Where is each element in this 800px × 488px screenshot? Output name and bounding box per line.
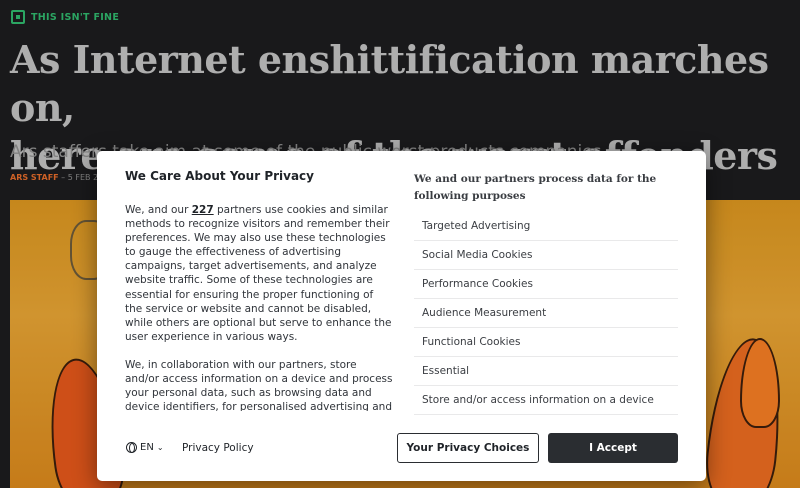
body-paragraph-2: We, in collaboration with our partners, … bbox=[125, 358, 393, 411]
purposes-list: Targeted Advertising Social Media Cookie… bbox=[414, 212, 678, 415]
body-rest: partners use cookies and similar methods… bbox=[125, 204, 392, 343]
purposes-heading: We and our partners process data for the… bbox=[414, 173, 657, 202]
purpose-item[interactable]: Audience Measurement bbox=[414, 299, 678, 328]
purpose-item[interactable]: Essential bbox=[414, 357, 678, 386]
body-paragraph-1: We, and our 227 partners use cookies and… bbox=[125, 203, 393, 344]
privacy-policy-link[interactable]: Privacy Policy bbox=[182, 442, 254, 454]
purpose-item[interactable]: Store and/or access information on a dev… bbox=[414, 386, 678, 415]
privacy-choices-button[interactable]: Your Privacy Choices bbox=[397, 433, 539, 463]
privacy-consent-dialog: We Care About Your Privacy We, and our 2… bbox=[97, 151, 706, 481]
body-intro: We, and our bbox=[125, 204, 192, 216]
purpose-item[interactable]: Performance Cookies bbox=[414, 270, 678, 299]
language-label: EN bbox=[140, 442, 154, 453]
purpose-item[interactable]: Functional Cookies bbox=[414, 328, 678, 357]
dialog-footer: EN ⌄ Privacy Policy Your Privacy Choices… bbox=[97, 433, 706, 467]
partner-count-link[interactable]: 227 bbox=[192, 204, 214, 216]
chevron-down-icon: ⌄ bbox=[156, 443, 164, 452]
language-selector[interactable]: EN ⌄ bbox=[126, 442, 164, 453]
dialog-body: We, and our 227 partners use cookies and… bbox=[125, 203, 393, 411]
purpose-item[interactable]: Social Media Cookies bbox=[414, 241, 678, 270]
dialog-title: We Care About Your Privacy bbox=[125, 169, 314, 183]
globe-icon bbox=[126, 442, 137, 453]
purpose-item[interactable]: Targeted Advertising bbox=[414, 212, 678, 241]
accept-button[interactable]: I Accept bbox=[548, 433, 678, 463]
